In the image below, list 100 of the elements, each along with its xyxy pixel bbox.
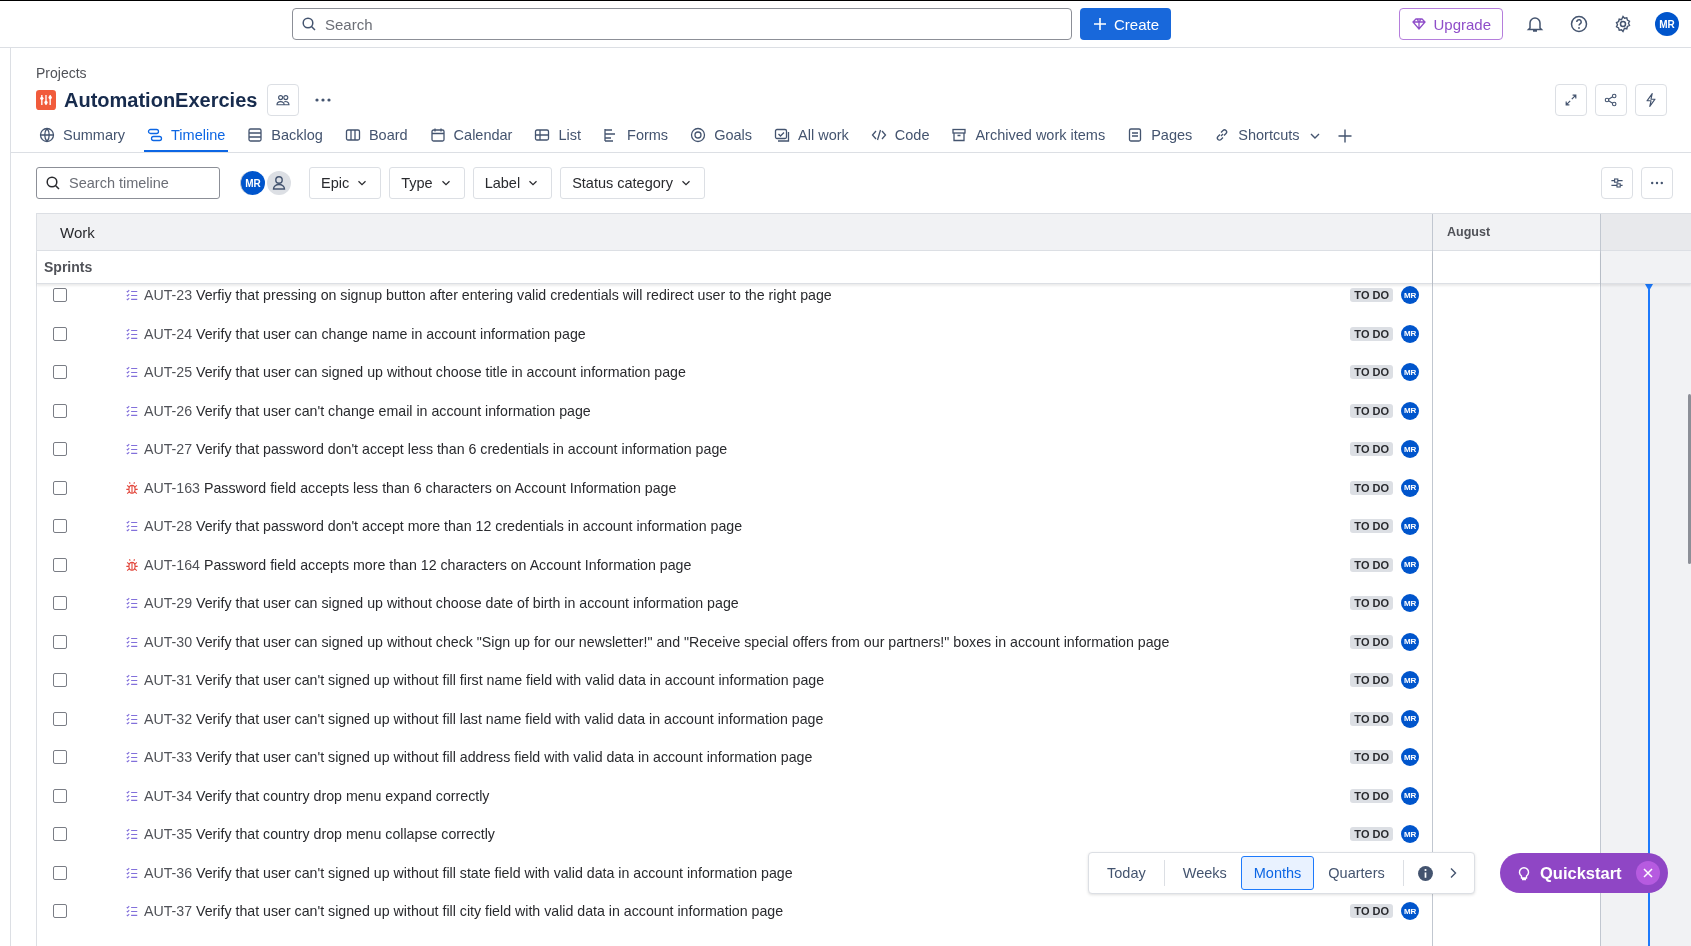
work-item-title[interactable]: AUT-164 Password field accepts more than 12 characters on Account Information page	[144, 556, 692, 573]
filter-dropdown[interactable]: Status category	[560, 167, 705, 199]
share-button[interactable]	[1595, 84, 1627, 116]
status-lozenge[interactable]: TO DO	[1350, 904, 1393, 919]
work-item-title[interactable]: AUT-35 Verify that country drop menu collapse correctly	[144, 826, 495, 843]
user-avatar[interactable]: MR	[1655, 12, 1679, 36]
team-button[interactable]	[267, 84, 300, 116]
nav-tab[interactable]: List	[531, 120, 585, 152]
assignee-avatar: MR	[1401, 632, 1419, 651]
notification-bell-icon[interactable]	[1525, 14, 1545, 34]
filter-dropdown[interactable]: Label	[472, 167, 553, 199]
checklist-icon	[125, 365, 139, 380]
work-item-title[interactable]: AUT-32 Verify that user can't signed up without fill last name field with valid data in account information page	[144, 710, 824, 727]
work-item-title[interactable]: AUT-31 Verify that user can't signed up without fill first name field with valid data in account information page	[144, 672, 825, 689]
add-tab-icon[interactable]	[1336, 128, 1353, 144]
work-item-title[interactable]: AUT-28 Verify that password don't accept more than 12 credentials in account information page	[144, 518, 743, 535]
work-item-title[interactable]: AUT-29 Verify that user can signed up without choose date of birth in account information page	[144, 595, 739, 612]
row-checkbox[interactable]	[53, 827, 67, 842]
unassigned-avatar-icon[interactable]	[267, 171, 291, 195]
work-item-title[interactable]: AUT-36 Verify that user can't signed up without fill state field with valid data in account information page	[144, 864, 793, 881]
assignee-avatar: MR	[1401, 671, 1419, 690]
timeline-icon	[147, 127, 164, 143]
work-item-title[interactable]: AUT-33 Verify that user can't signed up without fill address field with valid data in account information page	[144, 749, 813, 766]
nav-tab[interactable]: All work	[771, 120, 852, 152]
create-button[interactable]: Create	[1080, 8, 1172, 40]
row-checkbox[interactable]	[53, 711, 67, 726]
filter-dropdown[interactable]: Epic	[309, 167, 382, 199]
work-item-title[interactable]: AUT-26 Verify that user can't change email in account information page	[144, 402, 591, 419]
row-checkbox[interactable]	[53, 403, 67, 418]
close-icon[interactable]	[1636, 861, 1660, 885]
status-lozenge[interactable]: TO DO	[1350, 519, 1393, 534]
work-item-title[interactable]: AUT-27 Verify that password don't accept less than 6 credentials in account information page	[144, 441, 728, 458]
upgrade-button[interactable]: Upgrade	[1399, 8, 1503, 40]
status-lozenge[interactable]: TO DO	[1350, 788, 1393, 803]
status-lozenge[interactable]: TO DO	[1350, 403, 1393, 418]
scrollbar[interactable]	[1688, 394, 1691, 564]
nav-tab[interactable]: Board	[341, 120, 411, 152]
row-checkbox[interactable]	[53, 750, 67, 765]
row-checkbox[interactable]	[53, 519, 67, 534]
nav-tab[interactable]: Timeline	[144, 120, 229, 152]
help-icon[interactable]	[1569, 14, 1589, 34]
work-item-title[interactable]: AUT-37 Verify that user can't signed up without fill city field with valid data in account information page	[144, 903, 784, 920]
row-checkbox[interactable]	[53, 326, 67, 341]
filter-dropdown[interactable]: Type	[389, 167, 465, 199]
status-lozenge[interactable]: TO DO	[1350, 673, 1393, 688]
user-avatar[interactable]: MR	[240, 171, 265, 195]
status-lozenge[interactable]: TO DO	[1350, 442, 1393, 457]
row-checkbox[interactable]	[53, 365, 67, 380]
info-icon[interactable]	[1416, 864, 1434, 882]
fullscreen-button[interactable]	[1555, 84, 1587, 116]
row-checkbox[interactable]	[53, 442, 67, 457]
status-lozenge[interactable]: TO DO	[1350, 596, 1393, 611]
row-checkbox[interactable]	[53, 673, 67, 688]
assignee-avatar: MR	[1401, 440, 1419, 459]
time-scale-option[interactable]: Months	[1240, 856, 1315, 890]
row-checkbox[interactable]	[53, 288, 67, 303]
row-checkbox[interactable]	[53, 904, 67, 919]
nav-tab[interactable]: Goals	[687, 120, 755, 152]
nav-tab[interactable]: Pages	[1124, 120, 1196, 152]
search-icon	[45, 175, 61, 191]
month-header: August	[1433, 214, 1600, 251]
automation-button[interactable]	[1635, 84, 1667, 116]
search-field[interactable]: Search	[292, 8, 1072, 40]
quickstart-button[interactable]: Quickstart	[1516, 853, 1636, 893]
checklist-icon	[125, 326, 139, 341]
row-checkbox[interactable]	[53, 596, 67, 611]
row-checkbox[interactable]	[53, 480, 67, 495]
status-lozenge[interactable]: TO DO	[1350, 750, 1393, 765]
work-item-title[interactable]: AUT-30 Verify that user can signed up without check "Sign up for our newsletter!" and "Receive special offers from our partners!" boxes in account information page	[144, 633, 1170, 650]
nav-tab[interactable]: Backlog	[244, 120, 326, 152]
work-item-title[interactable]: AUT-163 Password field accepts less than 6 characters on Account Information page	[144, 479, 677, 496]
nav-tab[interactable]: Code	[867, 120, 933, 152]
status-lozenge[interactable]: TO DO	[1350, 557, 1393, 572]
status-lozenge[interactable]: TO DO	[1350, 480, 1393, 495]
nav-tab[interactable]: Calendar	[426, 120, 516, 152]
row-checkbox[interactable]	[53, 788, 67, 803]
nav-tab[interactable]: Forms	[600, 120, 672, 152]
status-lozenge[interactable]: TO DO	[1350, 365, 1393, 380]
work-item-title[interactable]: AUT-23 Verfiy that pressing on signup button after entering valid credentials will redirect user to the right page	[144, 287, 832, 304]
search-timeline-field[interactable]: Search timeline	[36, 167, 220, 199]
time-scale-option[interactable]: Quarters	[1315, 856, 1398, 890]
row-checkbox[interactable]	[53, 557, 67, 572]
status-lozenge[interactable]: TO DO	[1350, 634, 1393, 649]
time-scale-option[interactable]: Today	[1094, 856, 1159, 890]
status-lozenge[interactable]: TO DO	[1350, 288, 1393, 303]
settings-icon[interactable]	[1613, 14, 1633, 34]
nav-tab[interactable]: Shortcuts	[1211, 120, 1303, 152]
work-item-title[interactable]: AUT-25 Verify that user can signed up without choose title in account information page	[144, 364, 686, 381]
work-item-title[interactable]: AUT-34 Verify that country drop menu expand correctly	[144, 787, 490, 804]
nav-tab[interactable]: Summary	[36, 120, 129, 152]
row-checkbox[interactable]	[53, 634, 67, 649]
status-lozenge[interactable]: TO DO	[1350, 711, 1393, 726]
status-lozenge[interactable]: TO DO	[1350, 827, 1393, 842]
nav-tab[interactable]: Archived work items	[948, 120, 1109, 152]
row-checkbox[interactable]	[53, 865, 67, 880]
breadcrumb-link[interactable]: Projects	[36, 65, 87, 81]
time-scale-option[interactable]: Weeks	[1169, 856, 1240, 890]
view-settings-button[interactable]	[1601, 167, 1633, 199]
work-item-title[interactable]: AUT-24 Verify that user can change name in account information page	[144, 325, 586, 342]
status-lozenge[interactable]: TO DO	[1350, 326, 1393, 341]
